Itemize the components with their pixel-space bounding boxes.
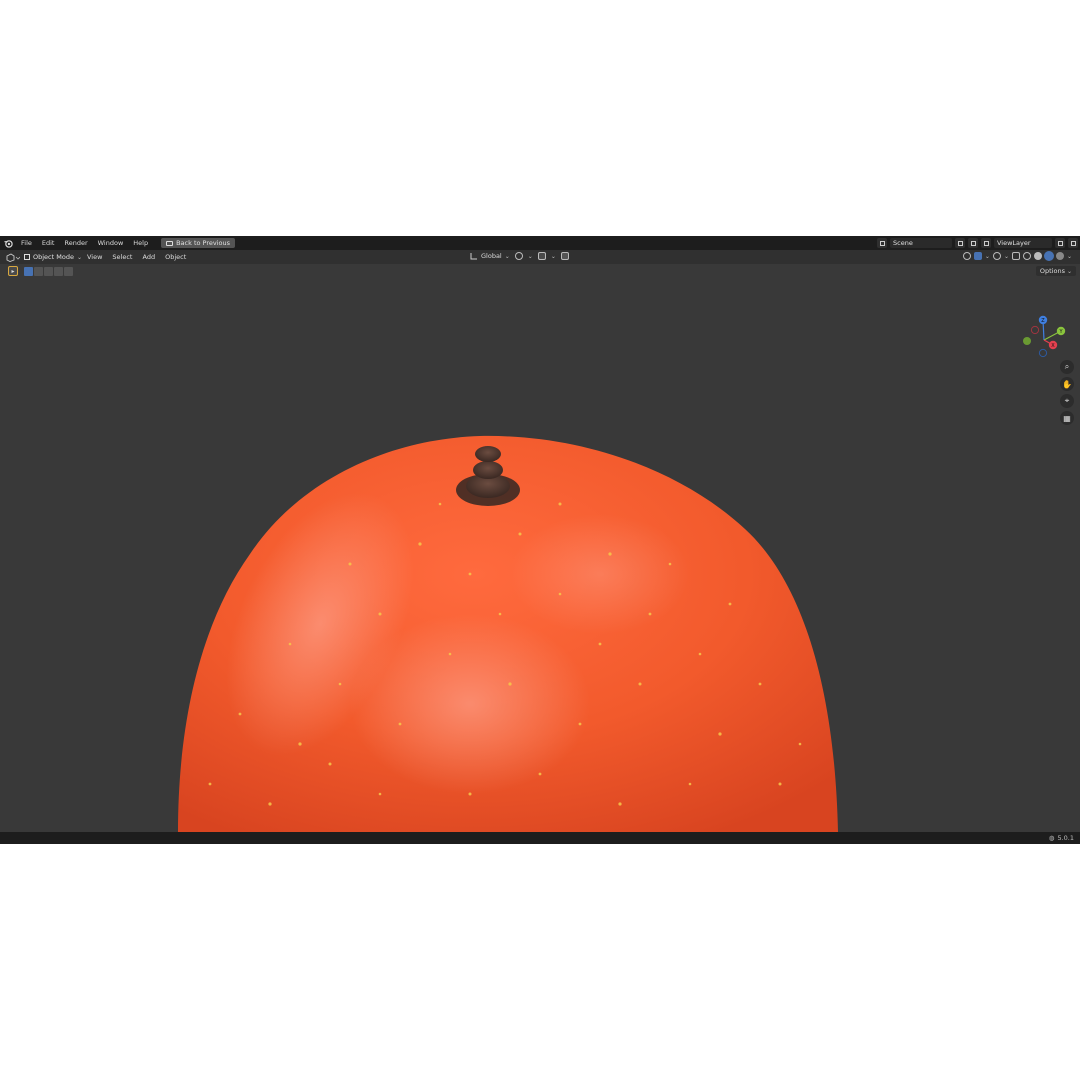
select-new-icon[interactable] bbox=[24, 266, 33, 276]
zoom-icon[interactable]: ⌕ bbox=[1060, 360, 1074, 374]
status-bar: ◍ 5.0.1 bbox=[0, 832, 1080, 844]
gizmo-z-label: Z bbox=[1041, 318, 1045, 324]
proportional-editing-icon[interactable] bbox=[560, 252, 569, 260]
menu-file[interactable]: File bbox=[16, 239, 37, 247]
new-view-layer-icon[interactable] bbox=[1055, 238, 1065, 248]
menu-add[interactable]: Add bbox=[137, 253, 160, 261]
menu-object[interactable]: Object bbox=[160, 253, 191, 261]
remove-view-layer-icon[interactable] bbox=[1068, 238, 1078, 248]
overlays-icon[interactable] bbox=[992, 252, 1001, 260]
pan-hand-icon[interactable]: ✋ bbox=[1060, 377, 1074, 391]
orientation-axes-icon bbox=[470, 253, 477, 260]
select-extend-icon[interactable] bbox=[34, 266, 43, 276]
select-box-tool-icon[interactable]: ▸ bbox=[8, 266, 18, 276]
menu-select[interactable]: Select bbox=[107, 253, 137, 261]
window-icon bbox=[166, 240, 174, 246]
back-to-previous-button[interactable]: Back to Previous bbox=[161, 238, 236, 248]
chevron-down-icon: ⌄ bbox=[984, 252, 990, 260]
viewport-shading-tools: ⌄ ⌄ ⌄ bbox=[962, 252, 1072, 260]
orientation-label: Global bbox=[481, 252, 502, 260]
camera-view-icon[interactable]: ⌖ bbox=[1060, 394, 1074, 408]
view-layer-name: ViewLayer bbox=[997, 239, 1031, 247]
mango-model bbox=[178, 435, 838, 832]
globe-icon: ◍ bbox=[1048, 834, 1055, 842]
pivot-point-icon[interactable] bbox=[514, 252, 523, 260]
back-to-previous-label: Back to Previous bbox=[176, 239, 231, 247]
new-scene-icon[interactable] bbox=[968, 238, 978, 248]
view-layer-field[interactable]: ViewLayer bbox=[994, 238, 1052, 248]
navigation-gizmo[interactable]: Z Y X bbox=[1020, 312, 1072, 364]
wireframe-shading-icon[interactable] bbox=[1022, 252, 1031, 260]
material-preview-shading-icon[interactable] bbox=[1044, 252, 1053, 260]
blender-logo-icon[interactable] bbox=[3, 238, 13, 248]
gizmo-x-label: X bbox=[1051, 343, 1055, 349]
orientation-dropdown[interactable]: Global ⌄ bbox=[470, 252, 510, 260]
chevron-down-icon: ⌄ bbox=[527, 252, 533, 260]
select-invert-icon[interactable] bbox=[54, 266, 63, 276]
tool-settings-row: ▸ Options ⌄ bbox=[0, 264, 1080, 278]
solid-shading-icon[interactable] bbox=[1033, 252, 1042, 260]
gizmo-toggle-icon[interactable] bbox=[973, 252, 982, 260]
snapping-icon[interactable] bbox=[537, 252, 546, 260]
version-info: ◍ 5.0.1 bbox=[1049, 834, 1074, 842]
menu-render[interactable]: Render bbox=[59, 239, 92, 247]
perspective-toggle-icon[interactable]: ▦ bbox=[1060, 411, 1074, 425]
selection-mode-buttons bbox=[24, 266, 73, 276]
scene-field[interactable]: Scene bbox=[890, 238, 952, 248]
menu-edit[interactable]: Edit bbox=[37, 239, 60, 247]
version-label: 5.0.1 bbox=[1057, 834, 1074, 842]
3d-viewport[interactable]: Z Y X ⌕ ✋ ⌖ ▦ bbox=[0, 264, 1080, 832]
workspace-controls: Scene ViewLayer bbox=[877, 238, 1078, 248]
scene-selector-icon[interactable] bbox=[877, 238, 887, 248]
object-mode-label: Object Mode bbox=[33, 253, 74, 261]
pin-icon[interactable] bbox=[955, 238, 965, 248]
view-layer-selector-icon[interactable] bbox=[981, 238, 991, 248]
chevron-down-icon: ⌄ bbox=[1066, 267, 1072, 275]
scene-name: Scene bbox=[893, 239, 913, 247]
options-label: Options bbox=[1039, 267, 1065, 275]
object-mode-dropdown[interactable]: Object Mode ⌄ bbox=[24, 253, 82, 261]
rendered-shading-icon[interactable] bbox=[1055, 252, 1064, 260]
blender-window: File Edit Render Window Help Back to Pre… bbox=[0, 236, 1080, 844]
viewport-header: Object Mode ⌄ View Select Add Object Glo… bbox=[0, 250, 1080, 264]
chevron-down-icon: ⌄ bbox=[1003, 252, 1009, 260]
visibility-icon[interactable] bbox=[962, 252, 971, 260]
chevron-down-icon: ⌄ bbox=[1066, 252, 1072, 260]
object-mode-icon bbox=[24, 254, 30, 260]
select-intersect-icon[interactable] bbox=[64, 266, 73, 276]
chevron-down-icon: ⌄ bbox=[504, 252, 510, 260]
menu-window[interactable]: Window bbox=[93, 239, 129, 247]
select-subtract-icon[interactable] bbox=[44, 266, 53, 276]
xray-icon[interactable] bbox=[1011, 252, 1020, 260]
editor-type-icon[interactable] bbox=[6, 252, 20, 262]
options-dropdown[interactable]: Options ⌄ bbox=[1035, 266, 1076, 276]
menu-help[interactable]: Help bbox=[128, 239, 153, 247]
top-menu-bar: File Edit Render Window Help Back to Pre… bbox=[0, 236, 1080, 250]
chevron-down-icon: ⌄ bbox=[550, 252, 556, 260]
menu-view[interactable]: View bbox=[82, 253, 107, 261]
transform-tools: Global ⌄ ⌄ ⌄ bbox=[470, 252, 569, 260]
